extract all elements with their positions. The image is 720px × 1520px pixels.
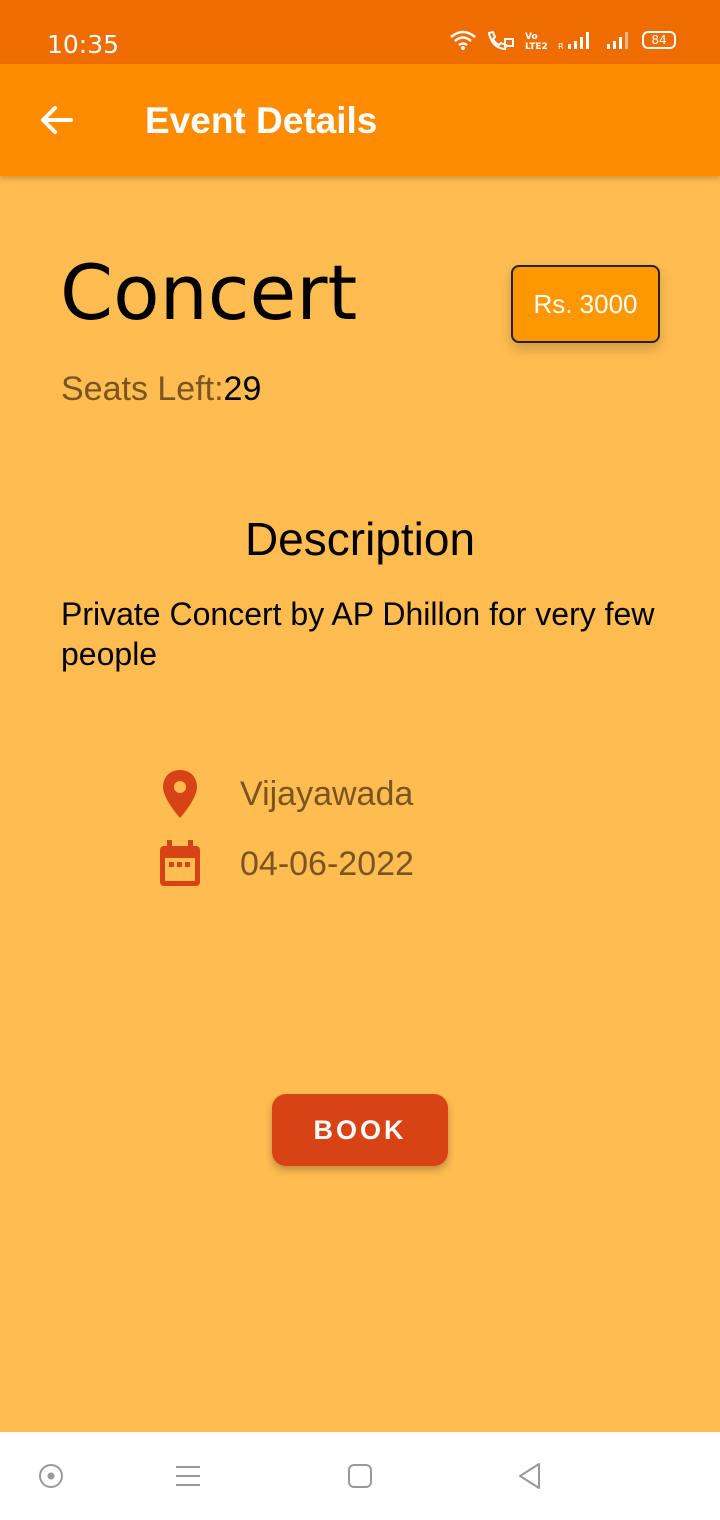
system-nav-bar	[0, 1432, 720, 1520]
date-row: 04-06-2022	[157, 838, 414, 890]
wifi-icon	[450, 30, 476, 50]
seats-left: Seats Left:29	[61, 370, 261, 409]
back-button[interactable]	[30, 94, 82, 146]
location-text: Vijayawada	[240, 774, 414, 813]
location-row: Vijayawada	[157, 768, 413, 820]
app-bar: Event Details	[0, 64, 720, 176]
book-button[interactable]: BOOK	[272, 1094, 448, 1166]
status-icons: Vo LTE2 R 84	[450, 30, 676, 50]
location-pin-icon	[157, 768, 203, 820]
battery-icon: 84	[642, 31, 676, 49]
signal-strength-sim1-icon: R	[558, 32, 589, 50]
status-bar: 10:35 Vo LTE2 R 84	[0, 0, 720, 64]
back-nav-button[interactable]	[506, 1452, 554, 1500]
square-icon	[348, 1464, 372, 1488]
menu-button[interactable]	[164, 1452, 212, 1500]
date-text: 04-06-2022	[240, 844, 414, 883]
svg-text:LTE2: LTE2	[525, 42, 548, 50]
wifi-calling-icon	[487, 30, 514, 50]
svg-text:R: R	[558, 42, 564, 50]
calendar-icon	[157, 838, 203, 890]
event-title: Concert	[60, 248, 358, 337]
status-time: 10:35	[47, 30, 120, 59]
circle-dot-icon	[39, 1464, 63, 1488]
menu-icon	[176, 1466, 200, 1486]
description-text: Private Concert by AP Dhillon for very f…	[61, 596, 655, 672]
home-button[interactable]	[336, 1452, 384, 1500]
page-title: Event Details	[145, 100, 378, 141]
signal-strength-sim2-icon	[607, 32, 628, 49]
description-heading: Description	[244, 513, 476, 565]
volte-icon: Vo LTE2	[525, 32, 548, 50]
price-button[interactable]: Rs. 3000	[511, 265, 660, 343]
seats-left-value: 29	[223, 370, 262, 408]
arrow-left-icon	[41, 106, 73, 134]
assistant-button[interactable]	[27, 1452, 75, 1500]
svg-text:Vo: Vo	[525, 32, 538, 42]
seats-left-label: Seats Left:	[61, 370, 224, 408]
triangle-back-icon	[519, 1463, 540, 1489]
